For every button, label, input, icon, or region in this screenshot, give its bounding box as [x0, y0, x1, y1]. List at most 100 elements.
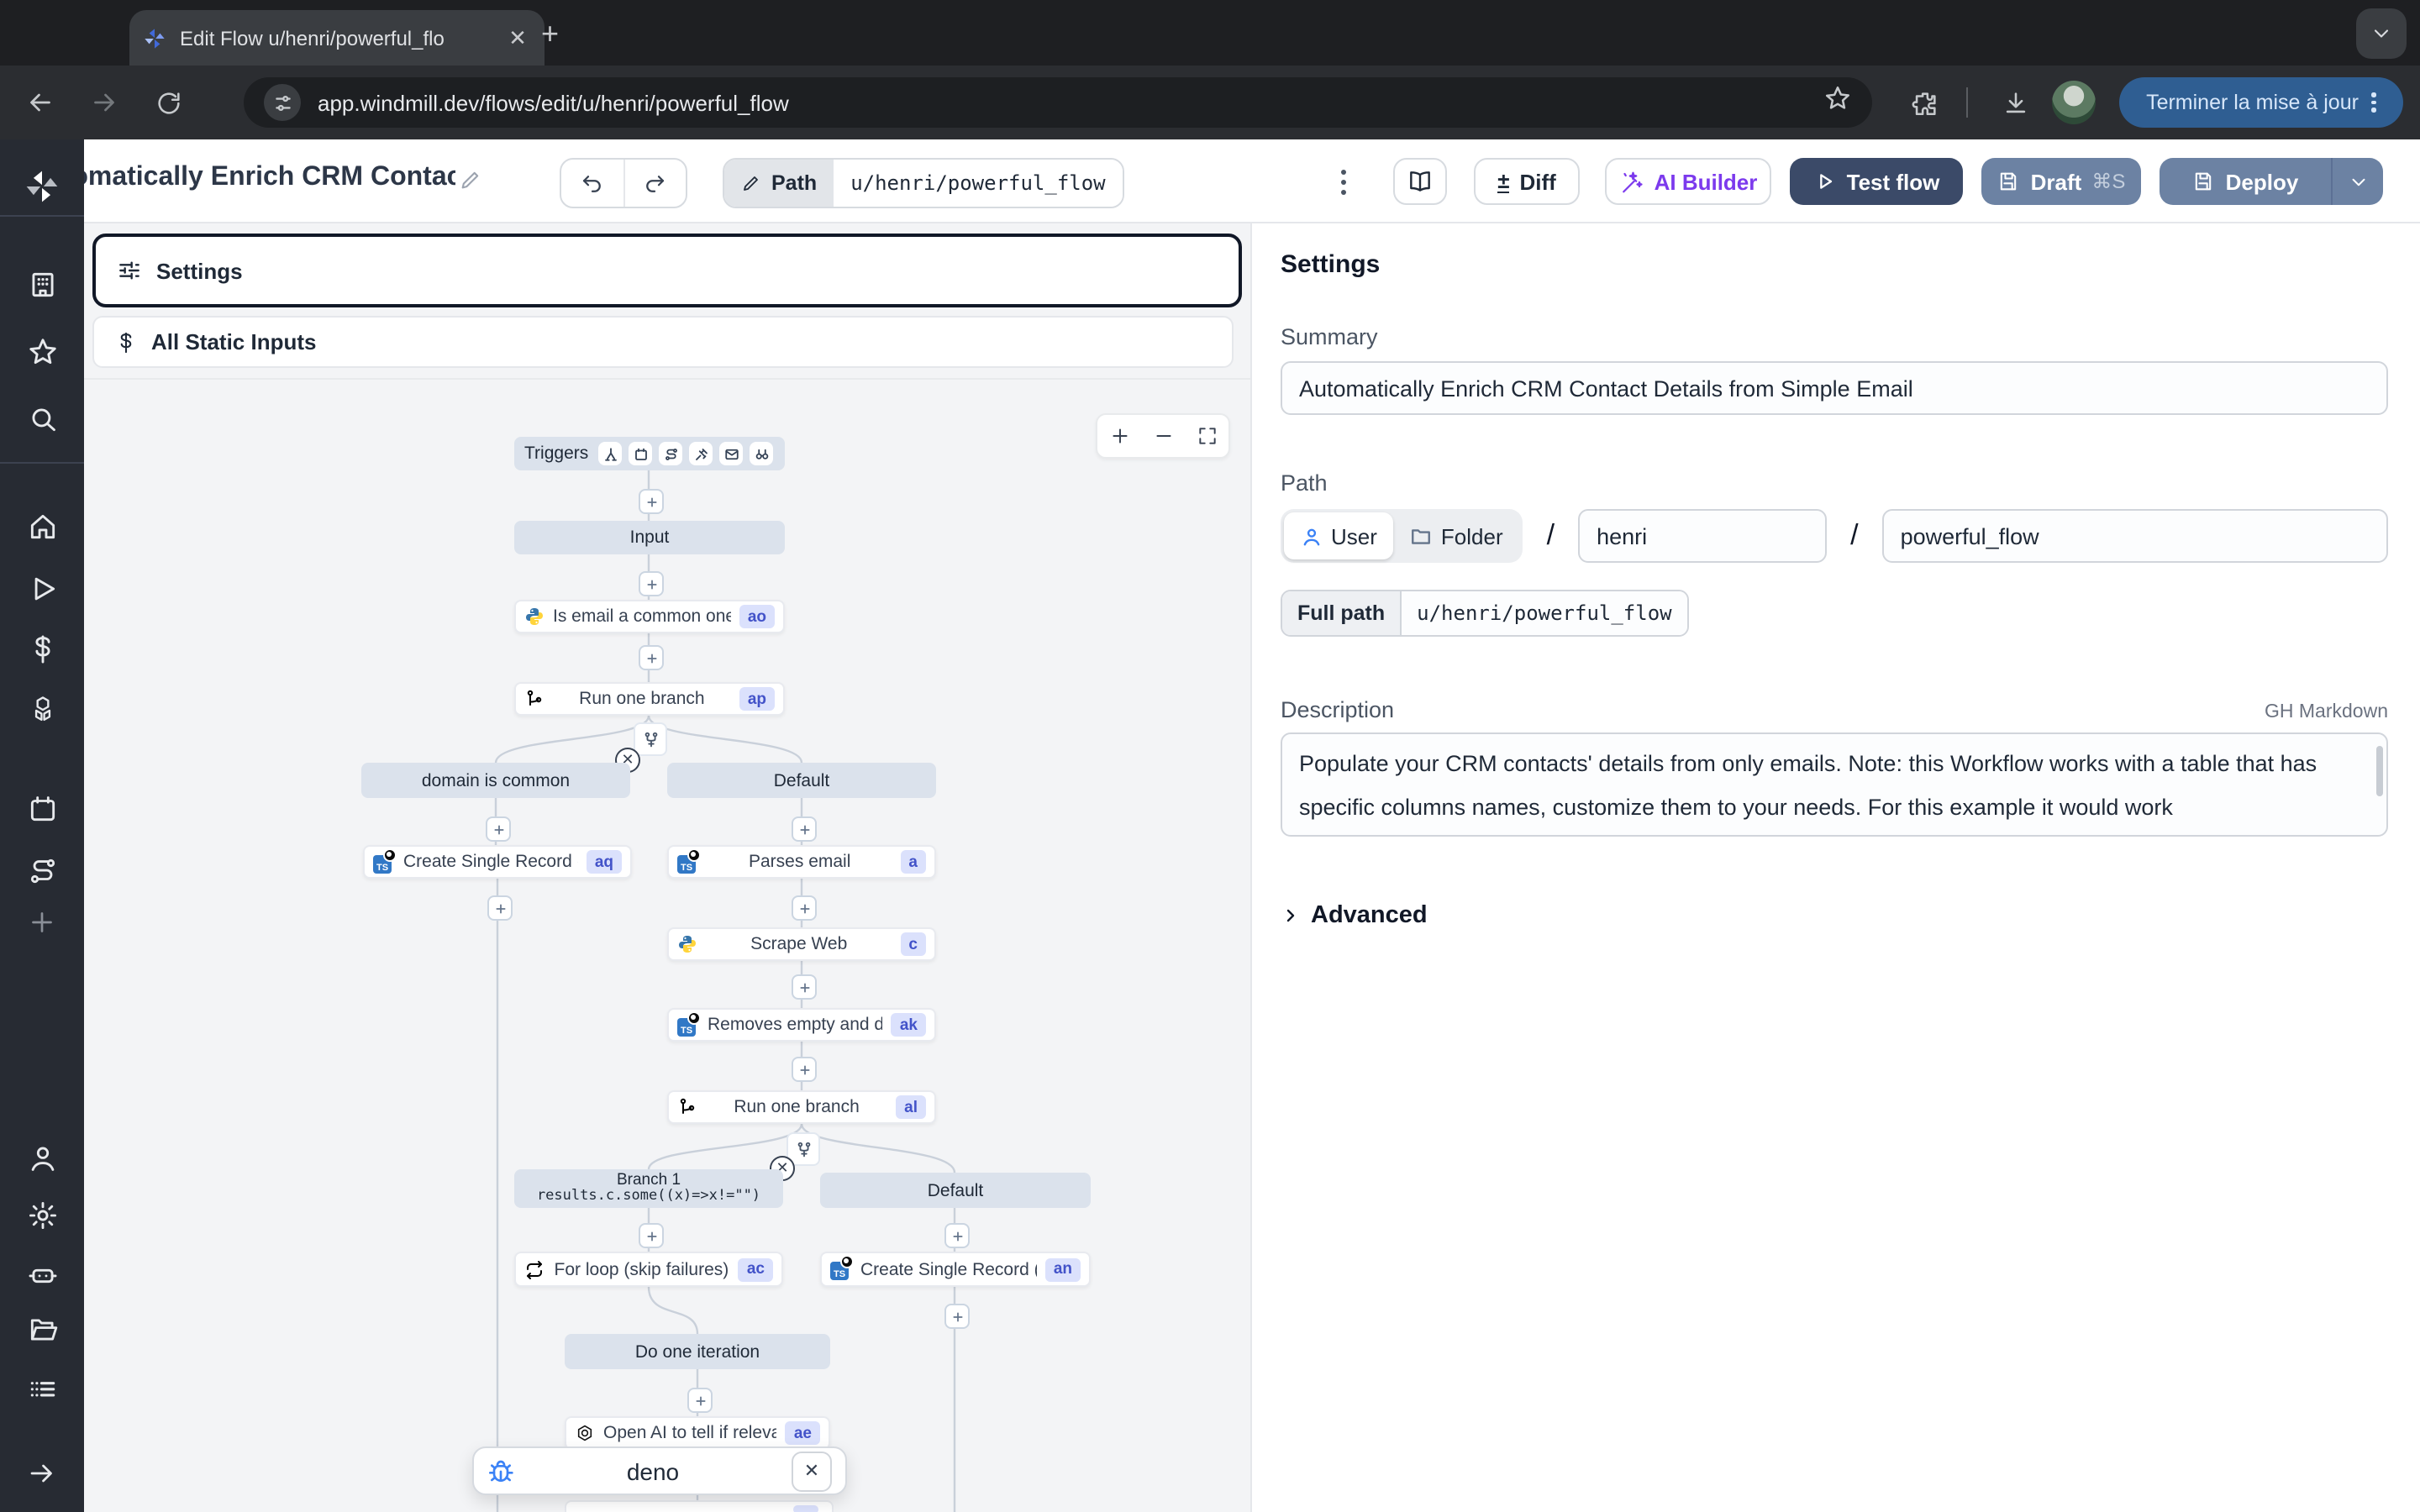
add-step-button[interactable]: [792, 816, 817, 842]
textarea-scrollbar[interactable]: [2376, 746, 2383, 796]
step-id-badge: an: [1045, 1257, 1081, 1281]
sidebar-item-routes[interactable]: [24, 852, 60, 889]
step-node-is-email[interactable]: Is email a common one? ao: [514, 600, 785, 633]
sidebar-item-add[interactable]: [24, 904, 60, 941]
draft-button[interactable]: Draft ⌘S: [1981, 158, 2141, 205]
add-step-button[interactable]: [486, 816, 511, 842]
sidebar-item-workspace[interactable]: [24, 265, 60, 302]
profile-avatar[interactable]: [2052, 81, 2096, 124]
sidebar-item-ai[interactable]: [24, 1255, 60, 1292]
webhook-icon[interactable]: [598, 442, 622, 465]
url-bar[interactable]: app.windmill.dev/flows/edit/u/henri/powe…: [244, 77, 1872, 128]
add-step-button[interactable]: [487, 895, 513, 921]
edit-title-icon[interactable]: [459, 168, 482, 200]
branch-node-branch-1[interactable]: Branch 1 results.c.some((x)=>x!=""): [514, 1169, 783, 1208]
download-icon: [2001, 88, 2029, 117]
step-node-removes-empty[interactable]: TS Removes empty and duplicates ak: [667, 1008, 936, 1042]
browser-tab[interactable]: Edit Flow u/henri/powerful_flo ✕: [129, 10, 544, 66]
sidebar-item-runs[interactable]: [24, 570, 60, 606]
flow-panel: Settings All Static Inputs: [84, 223, 1250, 1512]
new-tab-button[interactable]: +: [541, 18, 559, 49]
book-open-icon: [1407, 168, 1434, 195]
email-icon[interactable]: [719, 442, 743, 465]
description-textarea[interactable]: Populate your CRM contacts' details from…: [1281, 732, 2388, 837]
sidebar-item-folders[interactable]: [24, 1310, 60, 1347]
close-icon[interactable]: ✕: [792, 1451, 832, 1491]
poll-icon[interactable]: [750, 442, 773, 465]
add-step-button[interactable]: [687, 1388, 713, 1413]
add-step-button[interactable]: [792, 974, 817, 1000]
back-button[interactable]: [22, 84, 59, 121]
add-step-button[interactable]: [944, 1223, 970, 1248]
branch-node-default-1[interactable]: Default: [667, 763, 936, 798]
step-node-create-record-1[interactable]: TS Create Single Record (Airtable) aq: [363, 845, 632, 879]
step-node-run-one-branch-2[interactable]: Run one branch al: [667, 1090, 936, 1124]
path-name-input[interactable]: [1882, 509, 2388, 563]
branch-node-default-2[interactable]: Default: [820, 1173, 1091, 1208]
add-step-button[interactable]: [639, 571, 664, 596]
extensions-button[interactable]: [1906, 84, 1943, 121]
docs-button[interactable]: [1393, 158, 1447, 205]
site-info-button[interactable]: [264, 84, 301, 121]
step-node-for-loop[interactable]: For loop (skip failures) ac: [514, 1252, 783, 1287]
deploy-button[interactable]: Deploy: [2160, 158, 2383, 205]
deploy-dropdown-button[interactable]: [2333, 171, 2383, 192]
diff-button[interactable]: ± Diff: [1474, 158, 1580, 205]
pencil-icon: [741, 173, 761, 193]
step-node-run-one-branch[interactable]: Run one branch ap: [514, 682, 785, 716]
step-node-scrape-web[interactable]: Scrape Web c: [667, 927, 936, 961]
sidebar-item-schedules[interactable]: [24, 790, 60, 827]
sidebar-item-resources[interactable]: [24, 690, 60, 727]
ai-builder-button[interactable]: AI Builder: [1605, 158, 1771, 205]
add-step-button[interactable]: [639, 489, 664, 514]
bookmark-star-icon[interactable]: [1823, 84, 1852, 121]
test-flow-button[interactable]: Test flow: [1790, 158, 1963, 205]
summary-input[interactable]: [1281, 361, 2388, 415]
add-step-button[interactable]: [639, 1223, 664, 1248]
reload-button[interactable]: [150, 84, 187, 121]
triggers-node[interactable]: Triggers: [514, 437, 785, 470]
tab-close-icon[interactable]: ✕: [504, 24, 531, 51]
download-button[interactable]: [1996, 84, 2033, 121]
schedule-icon[interactable]: [629, 442, 652, 465]
websocket-icon[interactable]: [689, 442, 713, 465]
sidebar-item-audit[interactable]: [24, 1369, 60, 1406]
user-toggle-button[interactable]: User: [1284, 512, 1394, 559]
forward-button[interactable]: [86, 84, 123, 121]
sidebar-item-home[interactable]: [24, 507, 60, 544]
do-one-iteration-node[interactable]: Do one iteration: [565, 1334, 830, 1369]
sidebar-collapse-button[interactable]: [24, 1455, 60, 1492]
step-node-create-record-2[interactable]: TS Create Single Record (Airtable) an: [820, 1252, 1091, 1287]
path-chip[interactable]: Path u/henri/powerful_flow: [723, 158, 1124, 208]
branch-split-icon[interactable]: [634, 722, 667, 756]
flow-title[interactable]: Automatically Enrich CRM Contact: [27, 163, 455, 193]
sidebar-item-search[interactable]: [24, 400, 60, 437]
sidebar-item-user[interactable]: [24, 1139, 60, 1176]
sidebar-item-settings[interactable]: [24, 1196, 60, 1233]
add-step-button[interactable]: [792, 1057, 817, 1082]
browser-update-button[interactable]: Terminer la mise à jour: [2119, 77, 2403, 128]
step-node-parses-email[interactable]: TS Parses email a: [667, 845, 936, 879]
sidebar-item-favorites[interactable]: [24, 333, 60, 370]
windmill-logo-icon[interactable]: [24, 168, 60, 205]
flow-input-node[interactable]: Input: [514, 521, 785, 554]
route-icon[interactable]: [659, 442, 682, 465]
advanced-section-toggle[interactable]: Advanced: [1281, 902, 2388, 929]
sidebar-item-variables[interactable]: [24, 630, 60, 667]
undo-button[interactable]: [561, 160, 623, 207]
history-group: [560, 158, 687, 208]
more-options-button[interactable]: [1331, 165, 1355, 198]
path-owner-input[interactable]: [1578, 509, 1827, 563]
folder-toggle-button[interactable]: Folder: [1394, 512, 1520, 559]
add-step-button[interactable]: [944, 1304, 970, 1329]
tab-search-button[interactable]: [2356, 8, 2407, 59]
settings-panel: Settings Summary Path User Folder / / Fu…: [1250, 223, 2420, 1512]
arrow-right-icon: [89, 87, 119, 118]
branch-node-domain-common[interactable]: domain is common: [361, 763, 630, 798]
add-step-button[interactable]: [639, 645, 664, 670]
step-node-openai[interactable]: Open AI to tell if relevant result ae: [565, 1416, 830, 1450]
add-step-button[interactable]: [792, 895, 817, 921]
redo-button[interactable]: [623, 160, 686, 207]
python-icon: [524, 606, 544, 627]
deno-ts-icon: TS: [373, 851, 395, 873]
